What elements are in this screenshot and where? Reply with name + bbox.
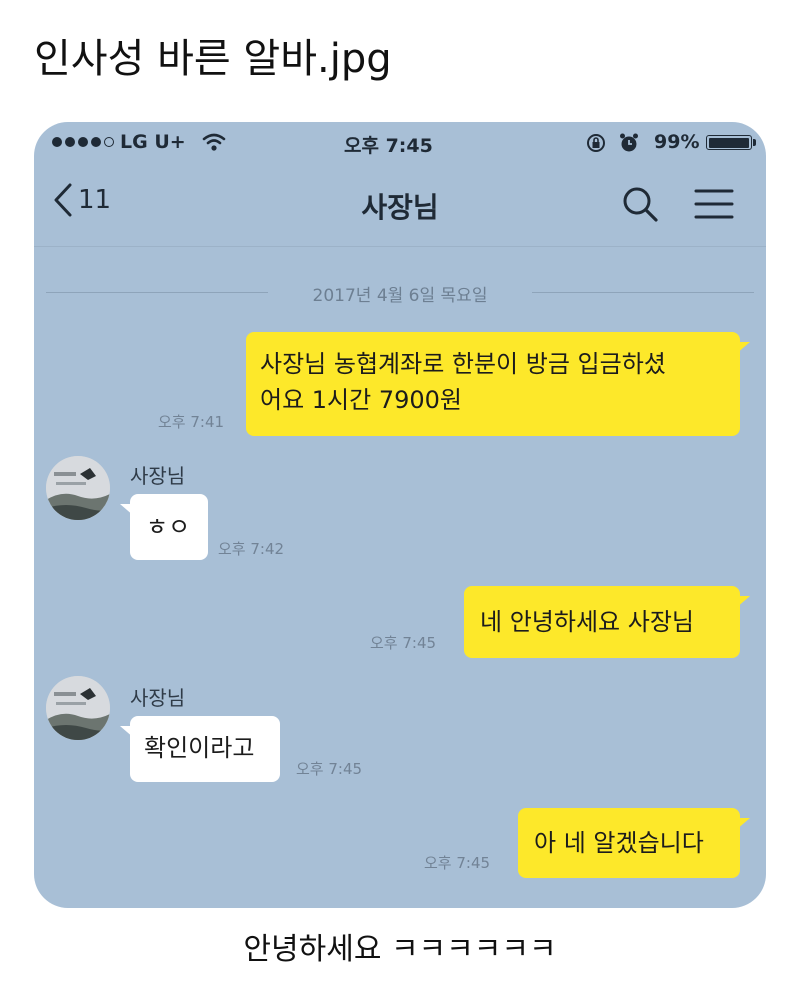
message-line: 아 네 알겠습니다 [534,829,704,857]
chat-nav-bar: 11 사장님 [34,162,766,247]
message-line: 사장님 농협계좌로 한분이 방금 입금하셨 [260,350,666,378]
bubble-tail [736,342,750,354]
message-line: 확인이라고 [144,734,255,762]
alarm-icon [620,133,638,152]
battery-fill [708,137,750,148]
status-time: 오후 7:45 [344,135,433,157]
search-icon[interactable] [620,184,660,224]
divider-line-right [532,292,754,293]
message-time: 오후 7:45 [424,854,491,872]
post-caption: 안녕하세요 ㅋㅋㅋㅋㅋㅋ [243,932,557,967]
unread-count: 11 [78,185,112,215]
bubble-tail [736,596,750,608]
avatar-photo [46,456,110,520]
carrier-name: LG U+ [120,131,186,153]
bubble-tail [120,504,134,516]
divider-line-left [46,292,268,293]
sender-name: 사장님 [130,464,186,488]
back-chevron-icon [54,183,72,217]
battery-percent: 99% [654,131,700,153]
back-button[interactable]: 11 [52,182,111,218]
date-divider: 2017년 4월 6일 목요일 [46,277,754,307]
status-bar: LG U+ 오후 7:45 99% [34,122,766,162]
my-message-bubble[interactable]: 아 네 알겠습니다 [518,808,750,878]
message-time: 오후 7:45 [296,760,363,778]
avatar-photo [46,676,110,740]
chat-screenshot: LG U+ 오후 7:45 99% 11 사장님 2017년 4월 6일 목요일… [34,122,766,908]
message-line: 어요 1시간 7900원 [260,386,463,414]
wifi-icon [202,133,226,151]
avatar[interactable] [46,676,110,740]
signal-dots-icon [52,137,114,147]
chat-title: 사장님 [361,191,439,224]
my-message-bubble[interactable]: 사장님 농협계좌로 한분이 방금 입금하셨 어요 1시간 7900원 [246,332,750,436]
sender-name: 사장님 [130,686,186,710]
bubble-tail [736,818,750,830]
bubble-tail [120,726,134,738]
other-message-bubble[interactable]: ㅎㅇ [120,494,208,560]
avatar[interactable] [46,456,110,520]
message-time: 오후 7:42 [218,540,285,558]
message-time: 오후 7:41 [158,413,225,431]
message-time: 오후 7:45 [370,634,437,652]
battery-icon [706,135,752,150]
date-text: 2017년 4월 6일 목요일 [312,286,488,306]
post-title: 인사성 바른 알바.jpg [34,36,392,82]
rotation-lock-icon [587,134,605,152]
other-message-bubble[interactable]: 확인이라고 [120,716,280,782]
battery-nub [753,139,756,146]
my-message-bubble[interactable]: 네 안녕하세요 사장님 [464,586,750,658]
message-line: 네 안녕하세요 사장님 [480,608,694,636]
message-line: ㅎㅇ [146,513,191,541]
menu-icon[interactable] [694,188,734,220]
